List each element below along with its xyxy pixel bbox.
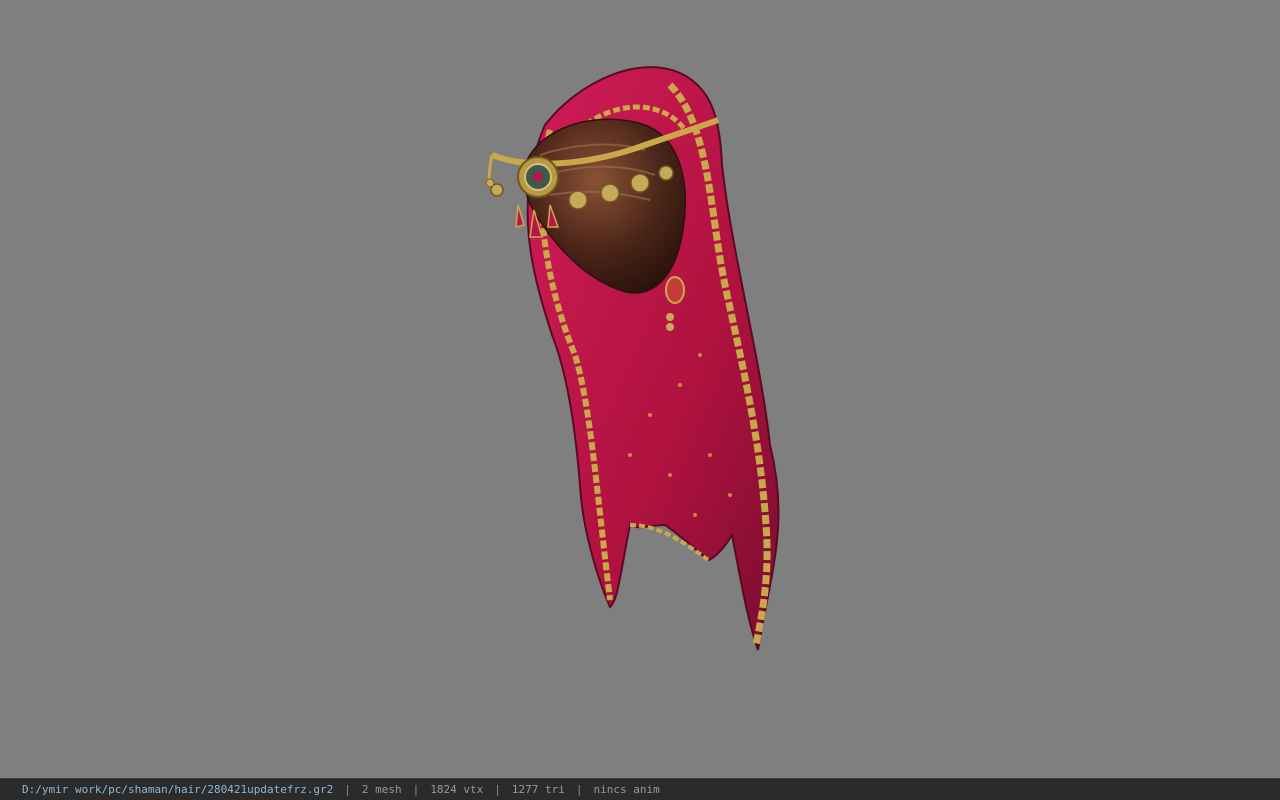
separator: |: [412, 783, 420, 796]
coin: [568, 190, 588, 210]
file-path: D:/ymir work/pc/shaman/hair/280421update…: [22, 783, 334, 796]
coin: [485, 178, 495, 188]
separator: |: [575, 783, 583, 796]
separator: |: [344, 783, 351, 796]
mesh-count: 2 mesh: [361, 783, 402, 796]
model-render: [485, 66, 780, 651]
earring: [665, 276, 685, 304]
status-bar: D:/ymir work/pc/shaman/hair/280421update…: [0, 778, 1280, 800]
3d-viewport[interactable]: [0, 0, 1280, 778]
coin: [600, 183, 620, 203]
coin: [658, 165, 674, 181]
triangle-count: 1277 tri: [511, 783, 565, 796]
animation-status: nincs anim: [593, 783, 660, 796]
jewel-drop: [515, 204, 525, 228]
coin: [630, 173, 650, 193]
separator: |: [494, 783, 501, 796]
vertex-count: 1824 vtx: [430, 783, 484, 796]
